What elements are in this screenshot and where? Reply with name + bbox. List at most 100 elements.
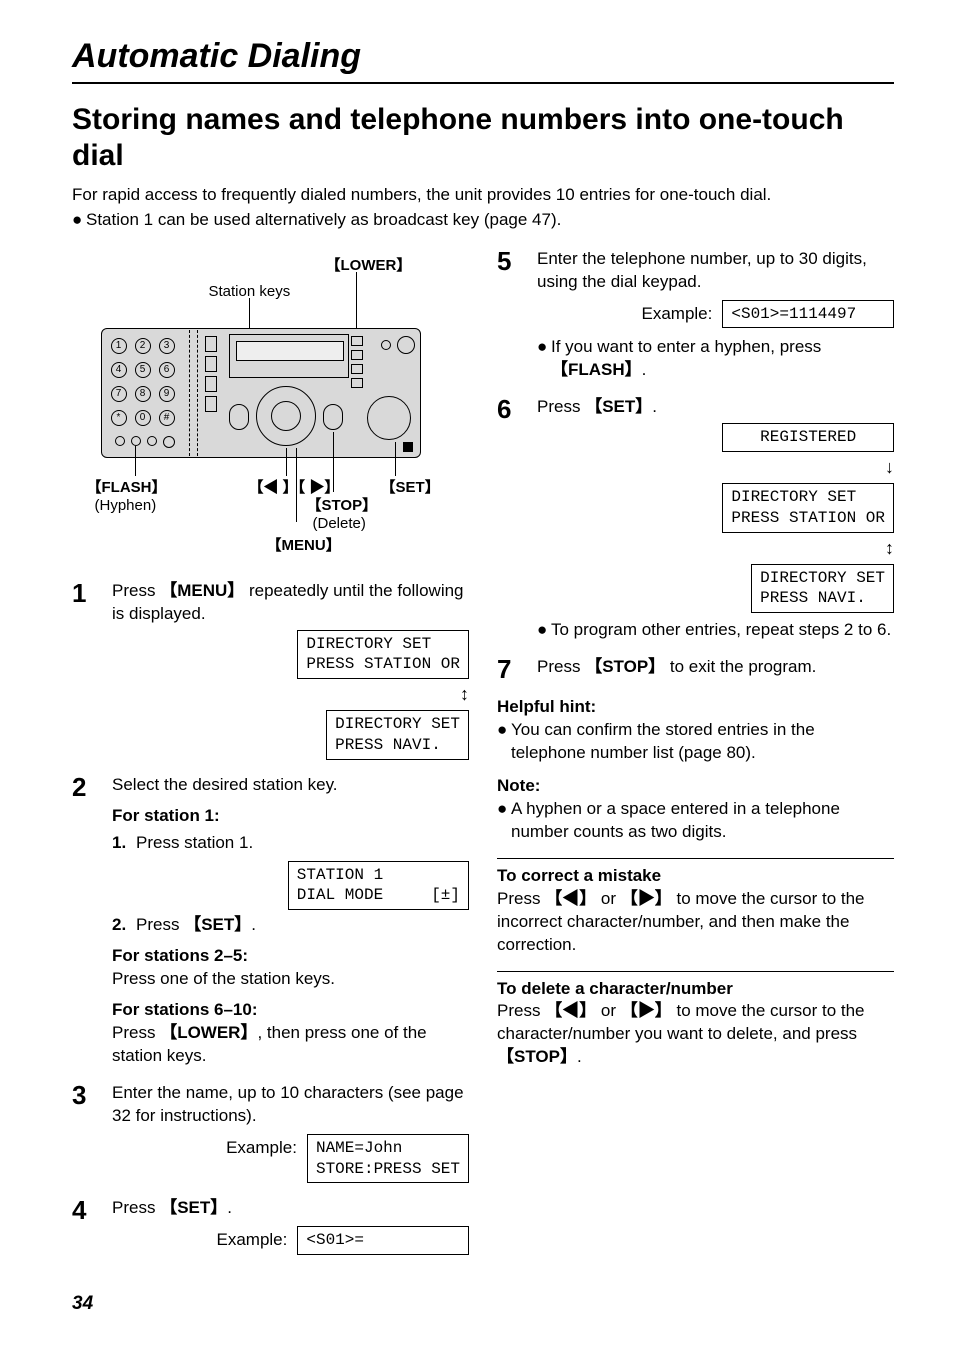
small-btn	[115, 436, 125, 446]
helpful-hint-label: Helpful hint:	[497, 696, 894, 719]
step-number: 7	[497, 656, 537, 682]
delete-text-d: .	[577, 1047, 582, 1066]
lcd-display: DIRECTORY SET PRESS NAVI.	[326, 710, 469, 760]
small-btn	[147, 436, 157, 446]
lcd-display	[229, 334, 349, 378]
step-7: 7 Press STOP to exit the program.	[497, 656, 894, 682]
lower-key	[351, 378, 363, 388]
for3-text-a: Press	[112, 1023, 160, 1042]
flash-key: FLASH	[551, 360, 642, 379]
step-number: 2	[72, 774, 112, 1068]
key-4: 4	[111, 362, 127, 378]
section-title: Storing names and telephone numbers into…	[72, 102, 894, 174]
intro-bullet-text: Station 1 can be used alternatively as b…	[86, 209, 894, 232]
stop-key: STOP	[497, 1047, 577, 1066]
bullet-dot-icon: ●	[72, 209, 86, 232]
key-7: 7	[111, 386, 127, 402]
divider	[497, 858, 894, 859]
label-lower: 【LOWER】	[326, 256, 412, 276]
step-6: 6 Press SET. REGISTERED DIRECTORY SET PR…	[497, 396, 894, 642]
step-4: 4 Press SET. Example: <S01>=	[72, 1197, 469, 1255]
key-5: 5	[135, 362, 151, 378]
bullet-dot-icon: ●	[537, 619, 551, 642]
substep-number: 1.	[112, 832, 136, 855]
step2-text: Select the desired station key.	[112, 774, 469, 797]
right-arrow-key: ▶	[621, 1001, 672, 1020]
step5-bullet-a: If you want to enter a hyphen, press	[551, 337, 821, 356]
corner-dot	[403, 442, 413, 452]
lower-key	[351, 364, 363, 374]
step-3: 3 Enter the name, up to 10 characters (s…	[72, 1082, 469, 1183]
note-bullet: A hyphen or a space entered in a telepho…	[511, 798, 894, 844]
bullet-dot-icon: ●	[497, 719, 511, 765]
lcd-display: DIRECTORY SET PRESS STATION OR	[297, 630, 469, 680]
step-5: 5 Enter the telephone number, up to 30 d…	[497, 248, 894, 383]
substep-text: .	[251, 915, 256, 934]
correct-text-b: or	[596, 889, 621, 908]
step7-text-b: to exit the program.	[665, 657, 816, 676]
label-delete: (Delete)	[313, 514, 366, 534]
for-stations-6-10-label: For stations 6–10:	[112, 999, 469, 1022]
step-number: 3	[72, 1082, 112, 1183]
lcd-display: NAME=John STORE:PRESS SET	[307, 1134, 469, 1184]
bullet-dot-icon: ●	[537, 336, 551, 382]
updown-arrow-icon	[885, 537, 894, 559]
device-figure: 【LOWER】 Station keys 1 2 3 4 5 6 7 8 9 *…	[81, 256, 461, 566]
right-arrow-key: ▶	[621, 889, 672, 908]
key-0: 0	[135, 410, 151, 426]
key-2: 2	[135, 338, 151, 354]
example-label: Example:	[642, 300, 713, 326]
divider	[497, 971, 894, 972]
dial-keypad: 1 2 3 4 5 6 7 8 9 * 0 #	[111, 338, 179, 430]
lcd-display: DIRECTORY SET PRESS STATION OR	[722, 483, 894, 533]
example-label: Example:	[217, 1226, 288, 1252]
step1-text-a: Press	[112, 581, 160, 600]
station-key	[205, 396, 217, 412]
small-btn	[163, 436, 175, 448]
page-number: 34	[72, 1291, 894, 1317]
small-circle	[381, 340, 391, 350]
substep-text: Press station 1.	[136, 832, 253, 855]
step7-text-a: Press	[537, 657, 585, 676]
step-number: 1	[72, 580, 112, 760]
intro-text: For rapid access to frequently dialed nu…	[72, 184, 894, 207]
step6-bullet: To program other entries, repeat steps 2…	[551, 619, 894, 642]
for-stations-2-5-text: Press one of the station keys.	[112, 968, 469, 991]
lower-key	[351, 336, 363, 346]
lower-key	[351, 350, 363, 360]
substep-text: Press	[136, 915, 184, 934]
big-dial	[367, 396, 411, 440]
stop-key: STOP	[585, 657, 665, 676]
correct-mistake-label: To correct a mistake	[497, 865, 894, 888]
substep-number: 2.	[112, 914, 136, 937]
updown-arrow-icon	[460, 683, 469, 705]
example-label: Example:	[226, 1134, 297, 1160]
delete-text-b: or	[596, 1001, 621, 1020]
key-9: 9	[159, 386, 175, 402]
step-number: 5	[497, 248, 537, 383]
step6-text-b: .	[652, 397, 657, 416]
lcd-display: DIRECTORY SET PRESS NAVI.	[751, 564, 894, 614]
correct-text-a: Press	[497, 889, 545, 908]
step-1: 1 Press MENU repeatedly until the follow…	[72, 580, 469, 760]
lcd-display: REGISTERED	[722, 423, 894, 452]
note-label: Note:	[497, 775, 894, 798]
lcd-display: <S01>=	[297, 1226, 469, 1255]
step4-text-a: Press	[112, 1198, 160, 1217]
step6-text-a: Press	[537, 397, 585, 416]
for-station-1-label: For station 1:	[112, 805, 469, 828]
lcd-display: STATION 1 DIAL MODE [±]	[288, 861, 469, 911]
set-key: SET	[585, 397, 652, 416]
key-8: 8	[135, 386, 151, 402]
delete-text-a: Press	[497, 1001, 545, 1020]
step4-text-b: .	[227, 1198, 232, 1217]
down-arrow-icon	[885, 456, 894, 478]
oval-btn	[229, 404, 249, 430]
nav-center	[271, 401, 301, 431]
label-menu: 【MENU】	[267, 536, 341, 556]
left-arrow-key: ◀	[545, 889, 596, 908]
lcd-display: <S01>=1114497	[722, 300, 894, 329]
step-number: 4	[72, 1197, 112, 1255]
label-set: 【SET】	[381, 478, 440, 498]
station-key	[205, 356, 217, 372]
